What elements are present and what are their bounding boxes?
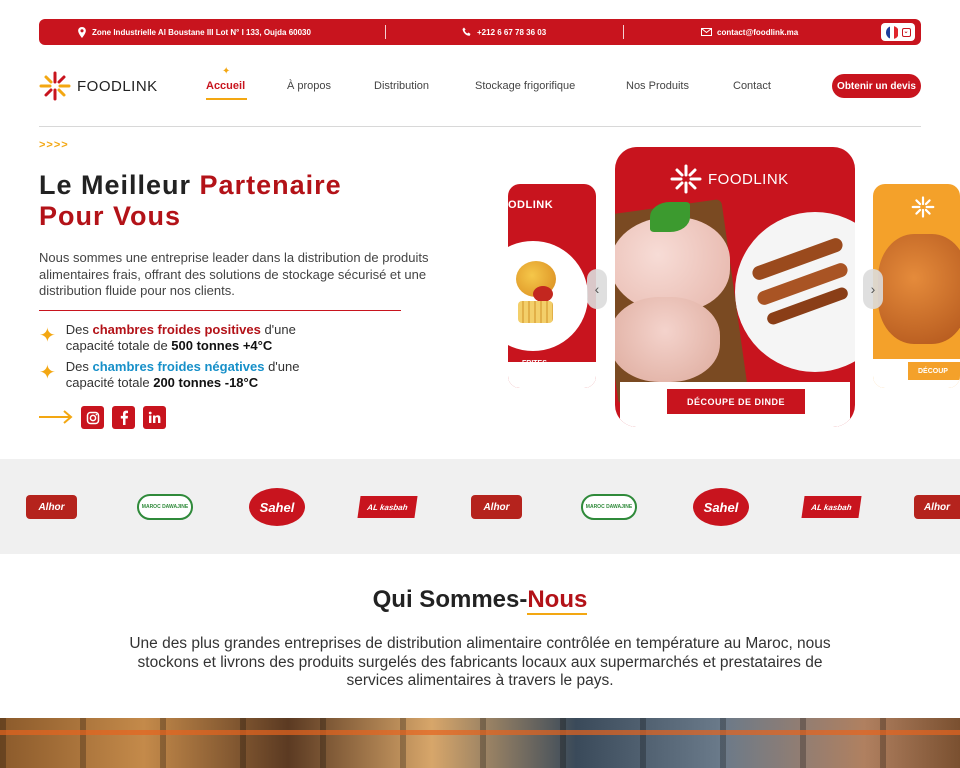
hero-arrows: >>>>: [39, 139, 69, 151]
language-selector[interactable]: ⌄: [881, 23, 915, 41]
feature-positive-cold: ✦ Des chambres froides positives d'une c…: [39, 322, 339, 354]
food-plate: [508, 241, 588, 351]
feature-text: Des chambres froides négatives d'une cap…: [65, 359, 300, 390]
facebook-icon[interactable]: [112, 406, 135, 429]
get-quote-button[interactable]: Obtenir un devis: [832, 74, 921, 98]
brand-logo-maroc-dawajine: MAROC DAWAJINE: [137, 494, 193, 520]
email-item[interactable]: contact@foodlink.ma: [701, 19, 798, 45]
about-title-plain: Qui Sommes-: [372, 586, 528, 613]
hero-title-plain: Le Meilleur: [39, 170, 200, 200]
linkedin-icon[interactable]: [143, 406, 166, 429]
phone-item[interactable]: +212 6 67 78 36 03: [462, 19, 546, 45]
about-title-highlight: Nous: [527, 586, 588, 615]
about-description: Une des plus grandes entreprises de dist…: [129, 635, 831, 689]
instagram-icon[interactable]: [81, 406, 104, 429]
logo-wordmark: FOODLINK: [77, 77, 158, 95]
hero-title-line2: Pour Vous: [39, 201, 182, 231]
foodlink-logo-icon: [911, 196, 935, 218]
about-title: Qui Sommes-Nous: [0, 586, 960, 615]
slide-caption-2: S 7/7: [512, 370, 529, 377]
nav-divider: [39, 126, 921, 127]
slider-next-button[interactable]: ›: [863, 269, 883, 309]
phone-icon: [462, 27, 471, 36]
brand-logo-sahel: Sahel: [249, 488, 305, 526]
foodlink-logo-icon: [670, 164, 702, 194]
address-text: Zone Industrielle Al Boustane III Lot N°…: [92, 27, 311, 37]
hero-description: Nous sommes une entreprise leader dans l…: [39, 250, 429, 298]
sparkle-icon: ✦: [39, 362, 56, 384]
hero-title: Le Meilleur Partenaire Pour Vous: [39, 170, 459, 232]
nav-item-a-propos[interactable]: À propos: [287, 80, 331, 92]
chevron-right-icon: ›: [870, 281, 876, 297]
arrow-right-icon: [39, 410, 73, 424]
phone-text: +212 6 67 78 36 03: [477, 27, 547, 37]
feature-negative-cold: ✦ Des chambres froides négatives d'une c…: [39, 359, 339, 391]
mail-icon: [701, 28, 712, 36]
active-nav-underline: [206, 98, 247, 100]
chevron-down-icon: ⌄: [901, 27, 911, 37]
divider: [385, 25, 386, 39]
slide-logo: FOODLINK: [670, 164, 789, 194]
brand-logo-maroc-dawajine: MAROC DAWAJINE: [581, 494, 637, 520]
nav-item-stockage[interactable]: Stockage frigorifique: [475, 80, 575, 92]
nav-item-contact[interactable]: Contact: [733, 80, 771, 92]
brand-logo-alhor: Alhor: [26, 495, 77, 519]
fried-chicken: [878, 234, 960, 344]
nav-item-produits[interactable]: Nos Produits: [626, 80, 689, 92]
french-flag-icon: [885, 25, 899, 39]
slide-caption: DÉCOUP: [908, 362, 960, 380]
slider-prev-button[interactable]: ‹: [587, 269, 607, 309]
foodlink-logo-icon: [39, 71, 71, 101]
sparkle-icon: ✦: [39, 325, 56, 347]
chevron-left-icon: ‹: [594, 281, 600, 297]
feature-text: Des chambres froides positives d'une cap…: [65, 322, 296, 353]
address-item: Zone Industrielle Al Boustane III Lot N°…: [77, 19, 311, 45]
top-contact-bar: Zone Industrielle Al Boustane III Lot N°…: [39, 19, 921, 45]
slide-caption: DÉCOUPE DE DINDE: [667, 389, 805, 414]
slide-card-right[interactable]: DÉCOUP: [873, 184, 960, 388]
warehouse-banner-image: [0, 718, 960, 768]
brand-logo-alhor: Alhor: [471, 495, 522, 519]
hero-title-highlight: Partenaire: [199, 170, 342, 200]
divider: [623, 25, 624, 39]
brand-logo-sahel: Sahel: [693, 488, 749, 526]
slide-card-left[interactable]: ODLINK FRITES S 7/7: [508, 184, 596, 388]
active-star-icon: ✦: [222, 66, 231, 77]
nav-item-distribution[interactable]: Distribution: [374, 80, 429, 92]
herb-garnish: [650, 202, 690, 232]
turkey-breast: [615, 297, 720, 382]
hero-divider: [39, 310, 401, 311]
slide-caption: FRITES: [522, 360, 547, 367]
slide-logo: ODLINK: [508, 199, 554, 211]
brand-logo-alhor: Alhor: [914, 495, 960, 519]
nav-item-accueil[interactable]: Accueil: [206, 80, 245, 92]
email-text: contact@foodlink.ma: [717, 27, 799, 37]
brand-logo-al-kasbah: AL kasbah: [801, 496, 862, 518]
site-logo[interactable]: FOODLINK: [39, 71, 158, 101]
slide-card-main[interactable]: FOODLINK DÉCOUPE DE DINDE: [615, 147, 855, 427]
brand-logo-al-kasbah: AL kasbah: [357, 496, 418, 518]
location-pin-icon: [78, 26, 86, 38]
skewer-plate: [735, 212, 855, 372]
